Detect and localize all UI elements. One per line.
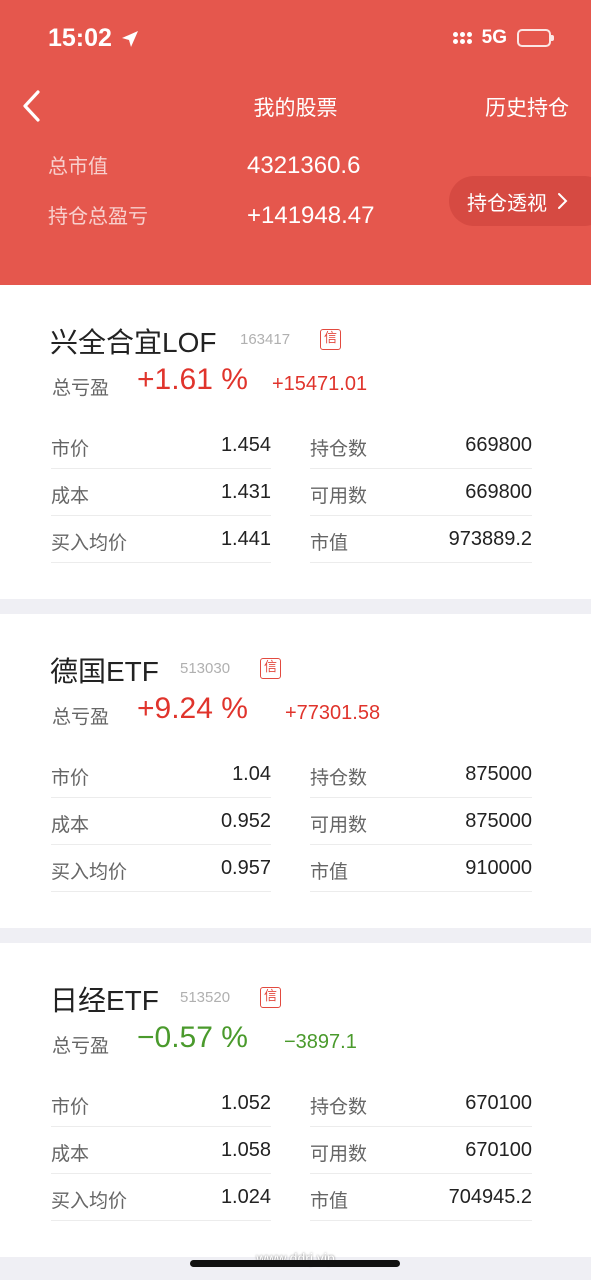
detail-value: 669800 (465, 481, 532, 503)
pl-label: 总亏盈 (52, 706, 110, 728)
pl-amount: +15471.01 (272, 373, 368, 395)
status-time-text: 15:02 (48, 24, 112, 52)
detail-label: 买入均价 (51, 1190, 128, 1212)
holding-code: 513520 (180, 989, 231, 1006)
detail-value: 1.024 (220, 1186, 271, 1208)
detail-row: 市价 1.04 (51, 751, 271, 798)
detail-value: 1.04 (232, 763, 271, 785)
holding-name: 兴全合宜LOF (50, 327, 217, 358)
detail-label: 成本 (51, 485, 90, 507)
detail-label: 可用数 (310, 814, 368, 836)
detail-row: 持仓数 669800 (310, 422, 532, 469)
detail-label: 持仓数 (310, 1096, 368, 1118)
detail-row: 买入均价 1.024 (51, 1174, 271, 1221)
pl-percent: +1.61 % (137, 363, 248, 396)
pl-percent: −0.57 % (137, 1021, 248, 1054)
detail-label: 可用数 (310, 485, 368, 507)
total-pl-value: +141948.47 (247, 202, 375, 229)
holdings-insight-button[interactable]: 持仓透视 (449, 176, 591, 226)
detail-value: 704945.2 (448, 1186, 532, 1208)
holdings-insight-label: 持仓透视 (467, 190, 547, 215)
detail-label: 持仓数 (310, 767, 368, 789)
holding-name: 日经ETF (50, 985, 159, 1016)
detail-value: 1.431 (220, 481, 271, 503)
pl-percent: +9.24 % (137, 692, 248, 725)
status-time: 15:02 (48, 24, 140, 53)
detail-value: 973889.2 (448, 528, 532, 550)
detail-row: 可用数 669800 (310, 469, 532, 516)
detail-label: 持仓数 (310, 438, 368, 460)
location-arrow-icon (121, 30, 138, 47)
detail-value: 0.957 (220, 857, 271, 879)
pl-label: 总亏盈 (52, 1035, 110, 1057)
detail-value: 875000 (465, 810, 532, 832)
detail-label: 市值 (310, 532, 349, 554)
detail-row: 市值 910000 (310, 845, 532, 892)
holding-code: 513030 (180, 660, 231, 677)
detail-label: 买入均价 (51, 532, 128, 554)
total-value: 4321360.6 (247, 152, 361, 179)
detail-row: 市价 1.052 (51, 1080, 271, 1127)
credit-badge: 信 (260, 987, 281, 1008)
detail-row: 持仓数 875000 (310, 751, 532, 798)
detail-value: 670100 (465, 1139, 532, 1161)
detail-row: 可用数 875000 (310, 798, 532, 845)
detail-label: 市价 (51, 438, 90, 460)
pl-label: 总亏盈 (52, 377, 110, 399)
holding-name: 德国ETF (50, 656, 159, 687)
total-value-label: 总市值 (48, 154, 108, 178)
detail-label: 买入均价 (51, 861, 128, 883)
detail-row: 成本 1.431 (51, 469, 271, 516)
detail-row: 市值 704945.2 (310, 1174, 532, 1221)
detail-value: 0.952 (220, 810, 271, 832)
detail-label: 市值 (310, 1190, 349, 1212)
pl-amount: +77301.58 (285, 702, 381, 724)
pl-amount: −3897.1 (284, 1031, 357, 1053)
history-holdings-link[interactable]: 历史持仓 (485, 92, 569, 122)
chevron-right-icon (558, 193, 568, 209)
detail-value: 669800 (465, 434, 532, 456)
detail-row: 成本 0.952 (51, 798, 271, 845)
holding-card[interactable]: 日经ETF 513520 信总亏盈 −0.57 % −3897.1 市价 1.052 持… (0, 943, 591, 1257)
detail-row: 可用数 670100 (310, 1127, 532, 1174)
detail-row: 持仓数 670100 (310, 1080, 532, 1127)
header: 15:02 5G 我的股票 历史持仓 总市值 4321360.6 持仓总盈亏 +… (0, 0, 591, 285)
status-indicators: 5G (452, 27, 554, 49)
detail-value: 1.052 (220, 1092, 271, 1114)
detail-row: 买入均价 0.957 (51, 845, 271, 892)
detail-value: 910000 (465, 857, 532, 879)
detail-label: 可用数 (310, 1143, 368, 1165)
detail-row: 买入均价 1.441 (51, 516, 271, 563)
detail-row: 市值 973889.2 (310, 516, 532, 563)
detail-label: 市值 (310, 861, 349, 883)
total-pl-label: 持仓总盈亏 (48, 204, 148, 228)
holding-card[interactable]: 兴全合宜LOF 163417 信总亏盈 +1.61 % +15471.01 市价 1.4… (0, 285, 591, 599)
holding-code: 163417 (240, 331, 291, 348)
detail-label: 成本 (51, 814, 90, 836)
network-label: 5G (481, 27, 507, 48)
home-indicator[interactable] (190, 1260, 400, 1267)
detail-value: 875000 (465, 763, 532, 785)
detail-label: 成本 (51, 1143, 90, 1165)
detail-value: 670100 (465, 1092, 532, 1114)
signal-icon (452, 32, 472, 44)
detail-row: 成本 1.058 (51, 1127, 271, 1174)
battery-icon (517, 29, 554, 47)
detail-value: 1.441 (220, 528, 271, 550)
holding-card[interactable]: 德国ETF 513030 信总亏盈 +9.24 % +77301.58 市价 1.04 … (0, 614, 591, 928)
detail-value: 1.454 (220, 434, 271, 456)
detail-row: 市价 1.454 (51, 422, 271, 469)
detail-value: 1.058 (220, 1139, 271, 1161)
detail-label: 市价 (51, 767, 90, 789)
credit-badge: 信 (260, 658, 281, 679)
detail-label: 市价 (51, 1096, 90, 1118)
credit-badge: 信 (320, 329, 341, 350)
